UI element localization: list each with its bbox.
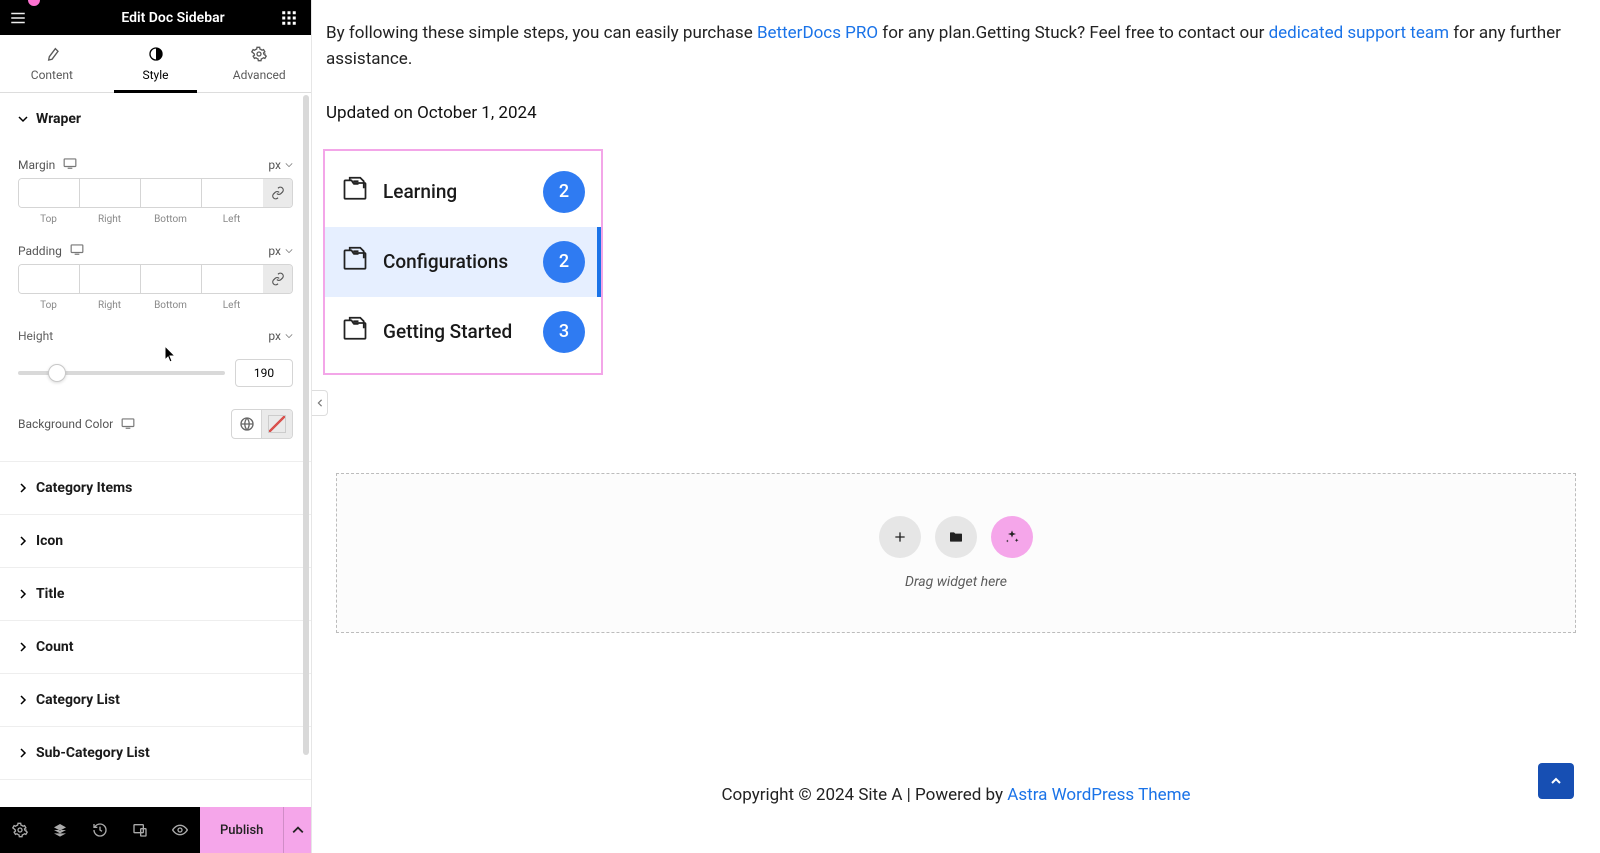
doc-title: Learning	[383, 180, 529, 203]
section-title: Wraper	[36, 111, 81, 127]
unit-select-margin[interactable]: px	[268, 158, 293, 172]
sidebar-footer: Publish	[0, 807, 311, 853]
section-toggle-category-list[interactable]: Category List	[0, 674, 311, 726]
padding-label: Padding	[18, 244, 62, 258]
doc-item[interactable]: Configurations 2	[325, 227, 601, 297]
publish-button[interactable]: Publish	[200, 807, 283, 853]
folder-document-icon	[341, 316, 369, 348]
padding-left-input[interactable]	[202, 265, 263, 293]
folder-document-icon	[341, 176, 369, 208]
doc-title: Getting Started	[383, 320, 529, 343]
scroll-to-top-button[interactable]	[1538, 763, 1574, 799]
drop-text: Drag widget here	[905, 574, 1007, 590]
bg-color-label: Background Color	[18, 417, 113, 431]
section-toggle-sub-category-list[interactable]: Sub-Category List	[0, 727, 311, 779]
doc-count: 2	[543, 241, 585, 283]
preview-button[interactable]	[160, 807, 200, 853]
padding-bottom-input[interactable]	[141, 265, 202, 293]
doc-item[interactable]: Getting Started 3	[325, 297, 601, 367]
responsive-button[interactable]	[120, 807, 160, 853]
navigator-button[interactable]	[40, 807, 80, 853]
doc-count: 3	[543, 311, 585, 353]
height-label: Height	[18, 329, 53, 343]
padding-top-input[interactable]	[19, 265, 80, 293]
link-pro[interactable]: BetterDocs PRO	[757, 23, 878, 43]
tab-label: Content	[31, 68, 73, 82]
height-value-input[interactable]	[235, 359, 293, 387]
preview-canvas: By following these simple steps, you can…	[312, 0, 1600, 853]
caret-right-icon	[18, 748, 28, 758]
ai-button[interactable]	[991, 516, 1033, 558]
link-values-button[interactable]	[263, 179, 292, 207]
tab-advanced[interactable]: Advanced	[207, 35, 311, 92]
unit-select-height[interactable]: px	[268, 329, 293, 343]
caret-right-icon	[18, 483, 28, 493]
article-paragraph: By following these simple steps, you can…	[312, 0, 1600, 73]
tab-style[interactable]: Style	[104, 35, 208, 92]
tab-label: Advanced	[233, 68, 286, 82]
section-toggle-wrapper[interactable]: Wraper	[0, 93, 311, 145]
section-toggle-category-items[interactable]: Category Items	[0, 462, 311, 514]
section-wrapper: Wraper Margin px	[0, 93, 311, 462]
drop-zone[interactable]: Drag widget here	[336, 473, 1576, 633]
apps-button[interactable]	[275, 0, 303, 35]
padding-inputs	[18, 264, 293, 294]
caret-right-icon	[18, 536, 28, 546]
section-toggle-icon[interactable]: Icon	[0, 515, 311, 567]
publish-options-button[interactable]	[283, 807, 311, 853]
margin-bottom-input[interactable]	[141, 179, 202, 207]
panel-tabs: Content Style Advanced	[0, 35, 311, 93]
doc-count: 2	[543, 171, 585, 213]
settings-button[interactable]	[0, 807, 40, 853]
unit-select-padding[interactable]: px	[268, 244, 293, 258]
editor-sidebar: Edit Doc Sidebar Content Style Advanced …	[0, 0, 312, 853]
responsive-icon[interactable]	[70, 243, 84, 258]
padding-right-input[interactable]	[80, 265, 141, 293]
sidebar-title: Edit Doc Sidebar	[35, 10, 311, 26]
link-support[interactable]: dedicated support team	[1269, 23, 1449, 43]
caret-down-icon	[18, 114, 28, 124]
doc-title: Configurations	[383, 250, 529, 273]
margin-label: Margin	[18, 158, 55, 172]
caret-right-icon	[18, 695, 28, 705]
margin-right-input[interactable]	[80, 179, 141, 207]
sidebar-scrollbar[interactable]	[301, 93, 311, 807]
sidebar-header: Edit Doc Sidebar	[0, 0, 311, 35]
responsive-icon[interactable]	[63, 157, 77, 172]
updated-date: Updated on October 1, 2024	[312, 73, 1600, 123]
section-toggle-count[interactable]: Count	[0, 621, 311, 673]
section-toggle-title[interactable]: Title	[0, 568, 311, 620]
margin-left-input[interactable]	[202, 179, 263, 207]
history-button[interactable]	[80, 807, 120, 853]
page-footer: Copyright © 2024 Site A | Powered by Ast…	[312, 785, 1600, 805]
doc-item[interactable]: Learning 2	[325, 157, 601, 227]
margin-top-input[interactable]	[19, 179, 80, 207]
tab-content[interactable]: Content	[0, 35, 104, 92]
tab-label: Style	[143, 68, 169, 82]
responsive-icon[interactable]	[121, 417, 135, 432]
doc-sidebar-widget[interactable]: Learning 2 Configurations 2 Getting Star…	[323, 149, 603, 375]
link-values-button[interactable]	[263, 265, 292, 293]
add-widget-button[interactable]	[879, 516, 921, 558]
global-color-button[interactable]	[232, 410, 262, 438]
height-slider[interactable]	[18, 371, 225, 375]
caret-right-icon	[18, 589, 28, 599]
menu-button[interactable]	[0, 9, 35, 27]
caret-right-icon	[18, 642, 28, 652]
folder-button[interactable]	[935, 516, 977, 558]
bg-color-none-button[interactable]	[262, 410, 292, 438]
margin-inputs	[18, 178, 293, 208]
panel-body: Wraper Margin px	[0, 93, 311, 807]
folder-document-icon	[341, 246, 369, 278]
footer-theme-link[interactable]: Astra WordPress Theme	[1007, 785, 1190, 805]
